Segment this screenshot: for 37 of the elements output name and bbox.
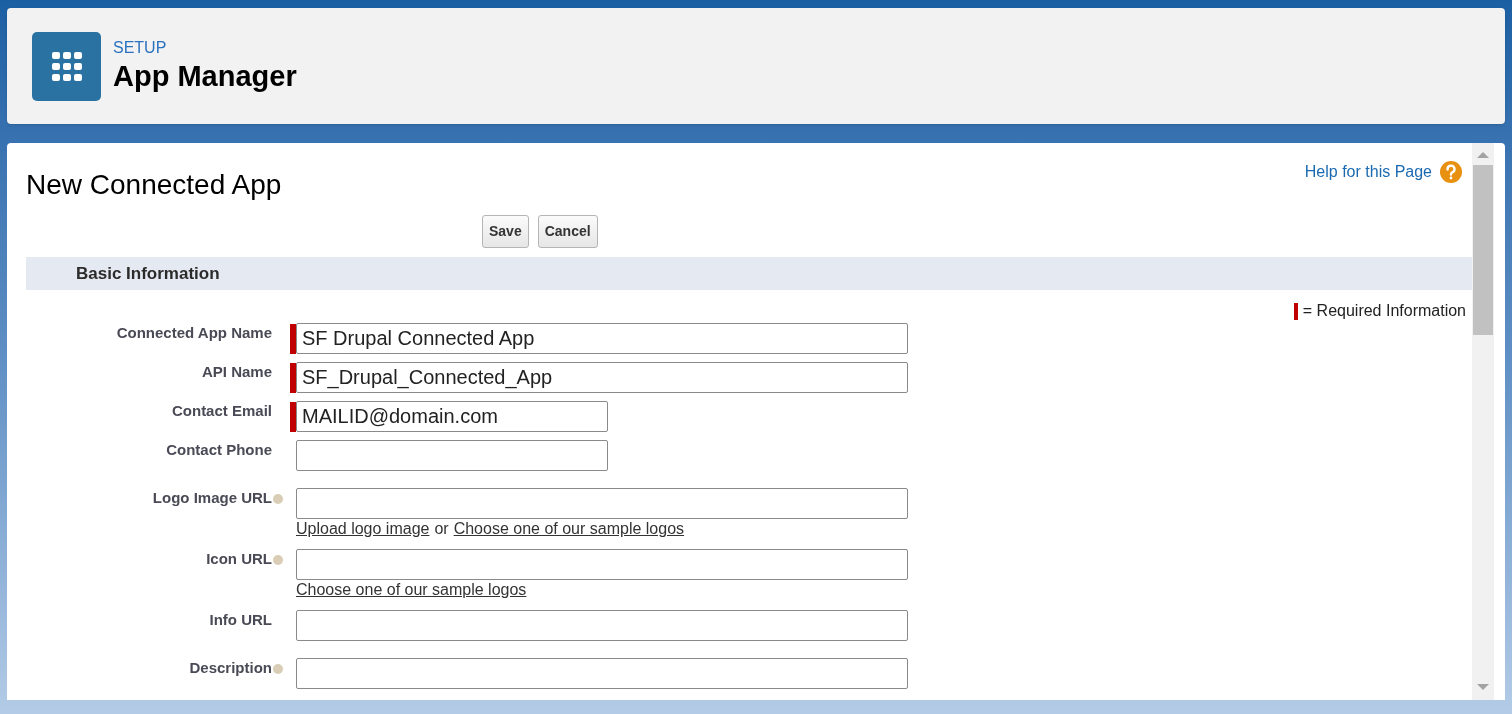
- field-label: Connected App Name: [115, 323, 272, 342]
- field-label: Description: [188, 658, 272, 677]
- text-field[interactable]: SF_Drupal_Connected_App: [296, 362, 908, 393]
- sample-link[interactable]: Choose one of our sample logos: [296, 580, 527, 600]
- app-grid-icon: [32, 31, 101, 101]
- text-field[interactable]: [296, 610, 908, 641]
- breadcrumb-label: SETUP: [113, 38, 168, 58]
- text-field[interactable]: [296, 549, 908, 580]
- field-label: Contact Phone: [165, 440, 272, 459]
- form-button[interactable]: Cancel: [537, 215, 598, 248]
- section-title: Basic Information: [76, 262, 220, 285]
- page-heading: App Manager: [113, 59, 297, 94]
- help-icon[interactable]: [273, 555, 283, 565]
- required-marker-icon: [1293, 302, 1298, 320]
- scrollbar-thumb[interactable]: [1473, 165, 1493, 335]
- form-button[interactable]: Save: [482, 215, 529, 248]
- scroll-down-icon[interactable]: [1477, 684, 1489, 690]
- field-label: Contact Email: [170, 401, 272, 420]
- sample-link[interactable]: Choose one of our sample logos: [453, 519, 685, 539]
- field-label: API Name: [200, 362, 272, 381]
- help-link[interactable]: Help for this Page: [1304, 160, 1432, 184]
- text-field[interactable]: MAILID@domain.com: [296, 401, 608, 432]
- sample-link[interactable]: Upload logo image: [296, 519, 430, 539]
- text-field[interactable]: [296, 440, 608, 471]
- field-label: Info URL: [208, 610, 272, 629]
- text-field[interactable]: SF Drupal Connected App: [296, 323, 908, 354]
- field-label: Icon URL: [205, 549, 272, 568]
- form-title: New Connected App: [26, 168, 282, 202]
- scroll-up-icon[interactable]: [1477, 152, 1489, 158]
- field-label: Logo Image URL: [151, 488, 272, 507]
- required-legend: = Required Information: [1302, 299, 1466, 323]
- or-text: or: [434, 519, 449, 539]
- text-field[interactable]: [296, 488, 908, 519]
- help-icon[interactable]: [273, 494, 283, 504]
- help-icon[interactable]: [273, 664, 283, 674]
- help-icon[interactable]: [1440, 161, 1462, 183]
- text-field[interactable]: [296, 658, 908, 689]
